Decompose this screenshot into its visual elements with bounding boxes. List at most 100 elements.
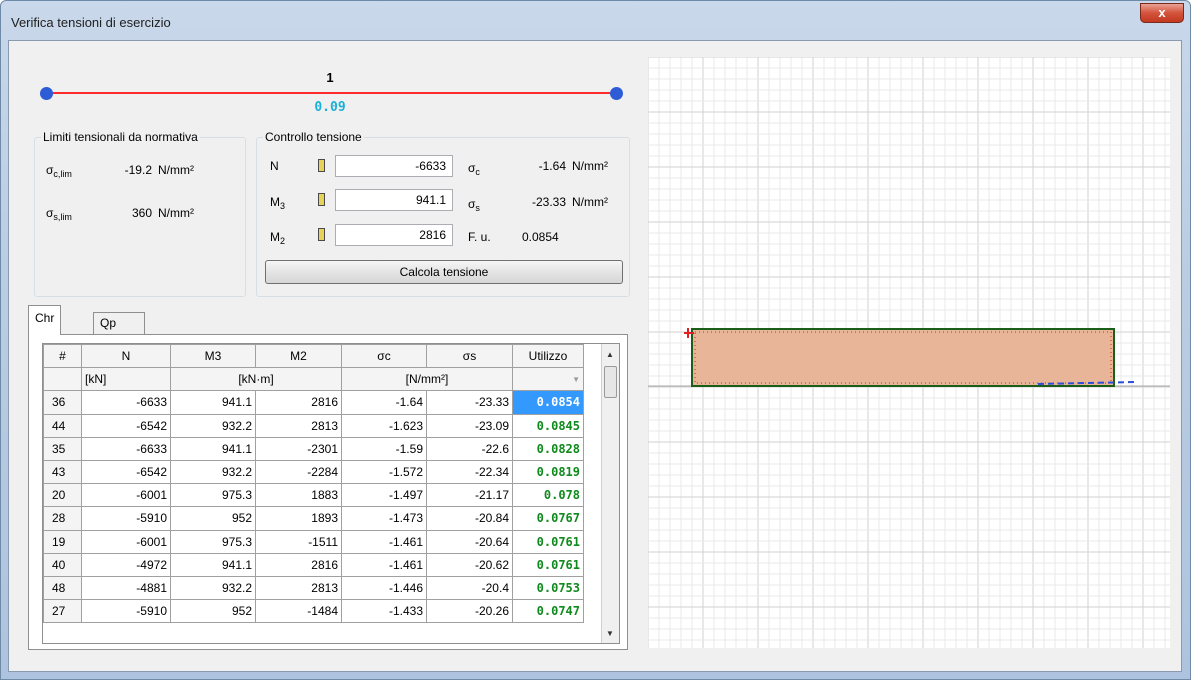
table-cell[interactable]: -4972	[81, 552, 171, 577]
utilizzo-cell[interactable]: 0.0761	[512, 529, 584, 554]
m3-input[interactable]: 941.1	[335, 189, 453, 211]
row-index-cell[interactable]: 35	[43, 436, 82, 461]
table-row[interactable]: 36 -6633 941.1 2816 -1.64 -23.33 0.0854	[43, 390, 584, 415]
table-cell[interactable]: -6001	[81, 483, 171, 508]
vertical-scrollbar[interactable]: ▲ ▼	[601, 344, 619, 643]
filter-icon[interactable]: ▼	[512, 367, 584, 392]
utilizzo-cell[interactable]: 0.078	[512, 483, 584, 508]
utilizzo-cell[interactable]: 0.0753	[512, 575, 584, 601]
table-cell[interactable]: -20.62	[426, 552, 513, 577]
calcola-tensione-button[interactable]: Calcola tensione	[265, 260, 623, 284]
table-cell[interactable]: -5910	[81, 506, 171, 531]
table-row[interactable]: 27 -5910 952 -1484 -1.433 -20.26 0.0747	[43, 599, 584, 624]
table-cell[interactable]: -2284	[255, 459, 342, 485]
table-row[interactable]: 19 -6001 975.3 -1511 -1.461 -20.64 0.0761	[43, 529, 584, 554]
col-header[interactable]: #	[43, 344, 82, 369]
table-cell[interactable]: -1.461	[341, 529, 427, 554]
table-cell[interactable]: -22.6	[426, 436, 513, 461]
m2-input[interactable]: 2816	[335, 224, 453, 246]
table-row[interactable]: 44 -6542 932.2 2813 -1.623 -23.09 0.0845	[43, 413, 584, 438]
table-cell[interactable]: -1.623	[341, 413, 427, 438]
table-cell[interactable]: 1883	[255, 483, 342, 508]
table-row[interactable]: 35 -6633 941.1 -2301 -1.59 -22.6 0.0828	[43, 436, 584, 461]
table-cell[interactable]: -1.446	[341, 575, 427, 601]
row-index-cell[interactable]: 28	[43, 506, 82, 531]
table-cell[interactable]: -1.461	[341, 552, 427, 577]
results-grid[interactable]: # N M3 M2 σc σs Utilizzo [kN] [kN·m] [N/…	[42, 343, 620, 644]
table-cell[interactable]: -5910	[81, 599, 171, 624]
slider-knob-left[interactable]	[40, 87, 53, 100]
table-cell[interactable]: -6542	[81, 459, 171, 485]
table-cell[interactable]: 975.3	[170, 483, 256, 508]
table-cell[interactable]: -20.84	[426, 506, 513, 531]
table-cell[interactable]: -20.64	[426, 529, 513, 554]
row-index-cell[interactable]: 40	[43, 552, 82, 577]
table-cell[interactable]: -1.572	[341, 459, 427, 485]
table-cell[interactable]: -4881	[81, 575, 171, 601]
scroll-thumb[interactable]	[604, 366, 617, 398]
table-cell[interactable]: 1893	[255, 506, 342, 531]
table-cell[interactable]: -20.26	[426, 599, 513, 624]
table-cell[interactable]: -6542	[81, 413, 171, 438]
section-canvas[interactable]	[647, 56, 1170, 648]
table-cell[interactable]: -1511	[255, 529, 342, 554]
utilizzo-cell[interactable]: 0.0828	[512, 436, 584, 461]
row-index-cell[interactable]: 44	[43, 413, 82, 438]
table-cell[interactable]: -6633	[81, 390, 171, 415]
table-cell[interactable]: -20.4	[426, 575, 513, 601]
table-cell[interactable]: -1484	[255, 599, 342, 624]
table-cell[interactable]: -1.497	[341, 483, 427, 508]
row-index-cell[interactable]: 27	[43, 599, 82, 624]
utilizzo-cell[interactable]: 0.0845	[512, 413, 584, 438]
col-header[interactable]: Utilizzo	[512, 344, 584, 369]
scroll-up-icon[interactable]: ▲	[606, 350, 614, 359]
table-cell[interactable]: -23.33	[426, 390, 513, 415]
table-cell[interactable]: -1.59	[341, 436, 427, 461]
col-header[interactable]: σs	[426, 344, 513, 369]
table-cell[interactable]: 941.1	[170, 390, 256, 415]
col-header[interactable]: σc	[341, 344, 427, 369]
table-cell[interactable]: -1.64	[341, 390, 427, 415]
scroll-down-icon[interactable]: ▼	[606, 629, 614, 638]
utilizzo-cell[interactable]: 0.0819	[512, 459, 584, 485]
tab-qp[interactable]: Qp	[93, 312, 145, 334]
table-row[interactable]: 40 -4972 941.1 2816 -1.461 -20.62 0.0761	[43, 552, 584, 577]
utilizzo-cell[interactable]: 0.0747	[512, 599, 584, 624]
table-cell[interactable]: -1.473	[341, 506, 427, 531]
utilizzo-cell[interactable]: 0.0767	[512, 506, 584, 531]
table-cell[interactable]: 975.3	[170, 529, 256, 554]
utilizzo-cell[interactable]: 0.0854	[512, 390, 584, 415]
table-cell[interactable]: 932.2	[170, 575, 256, 601]
n-input[interactable]: -6633	[335, 155, 453, 177]
row-index-cell[interactable]: 48	[43, 575, 82, 601]
table-cell[interactable]: 2813	[255, 575, 342, 601]
slider-track[interactable]	[46, 92, 616, 94]
table-cell[interactable]: 2813	[255, 413, 342, 438]
table-cell[interactable]: 2816	[255, 552, 342, 577]
col-header[interactable]: N	[81, 344, 171, 369]
table-cell[interactable]: -22.34	[426, 459, 513, 485]
col-header[interactable]: M2	[255, 344, 342, 369]
table-cell[interactable]: -2301	[255, 436, 342, 461]
row-index-cell[interactable]: 36	[43, 390, 82, 415]
table-cell[interactable]: -6633	[81, 436, 171, 461]
table-cell[interactable]: -6001	[81, 529, 171, 554]
row-index-cell[interactable]: 43	[43, 459, 82, 485]
row-index-cell[interactable]: 20	[43, 483, 82, 508]
utilizzo-cell[interactable]: 0.0761	[512, 552, 584, 577]
row-index-cell[interactable]: 19	[43, 529, 82, 554]
table-cell[interactable]: 941.1	[170, 436, 256, 461]
table-cell[interactable]: 952	[170, 599, 256, 624]
table-row[interactable]: 43 -6542 932.2 -2284 -1.572 -22.34 0.0819	[43, 459, 584, 485]
table-row[interactable]: 20 -6001 975.3 1883 -1.497 -21.17 0.078	[43, 483, 584, 508]
tab-chr[interactable]: Chr	[28, 305, 62, 335]
table-cell[interactable]: 952	[170, 506, 256, 531]
col-header[interactable]: M3	[170, 344, 256, 369]
table-cell[interactable]: 941.1	[170, 552, 256, 577]
table-cell[interactable]: 932.2	[170, 459, 256, 485]
close-button[interactable]: x	[1140, 3, 1184, 23]
table-cell[interactable]: -21.17	[426, 483, 513, 508]
table-cell[interactable]: -1.433	[341, 599, 427, 624]
table-row[interactable]: 28 -5910 952 1893 -1.473 -20.84 0.0767	[43, 506, 584, 531]
table-cell[interactable]: -23.09	[426, 413, 513, 438]
